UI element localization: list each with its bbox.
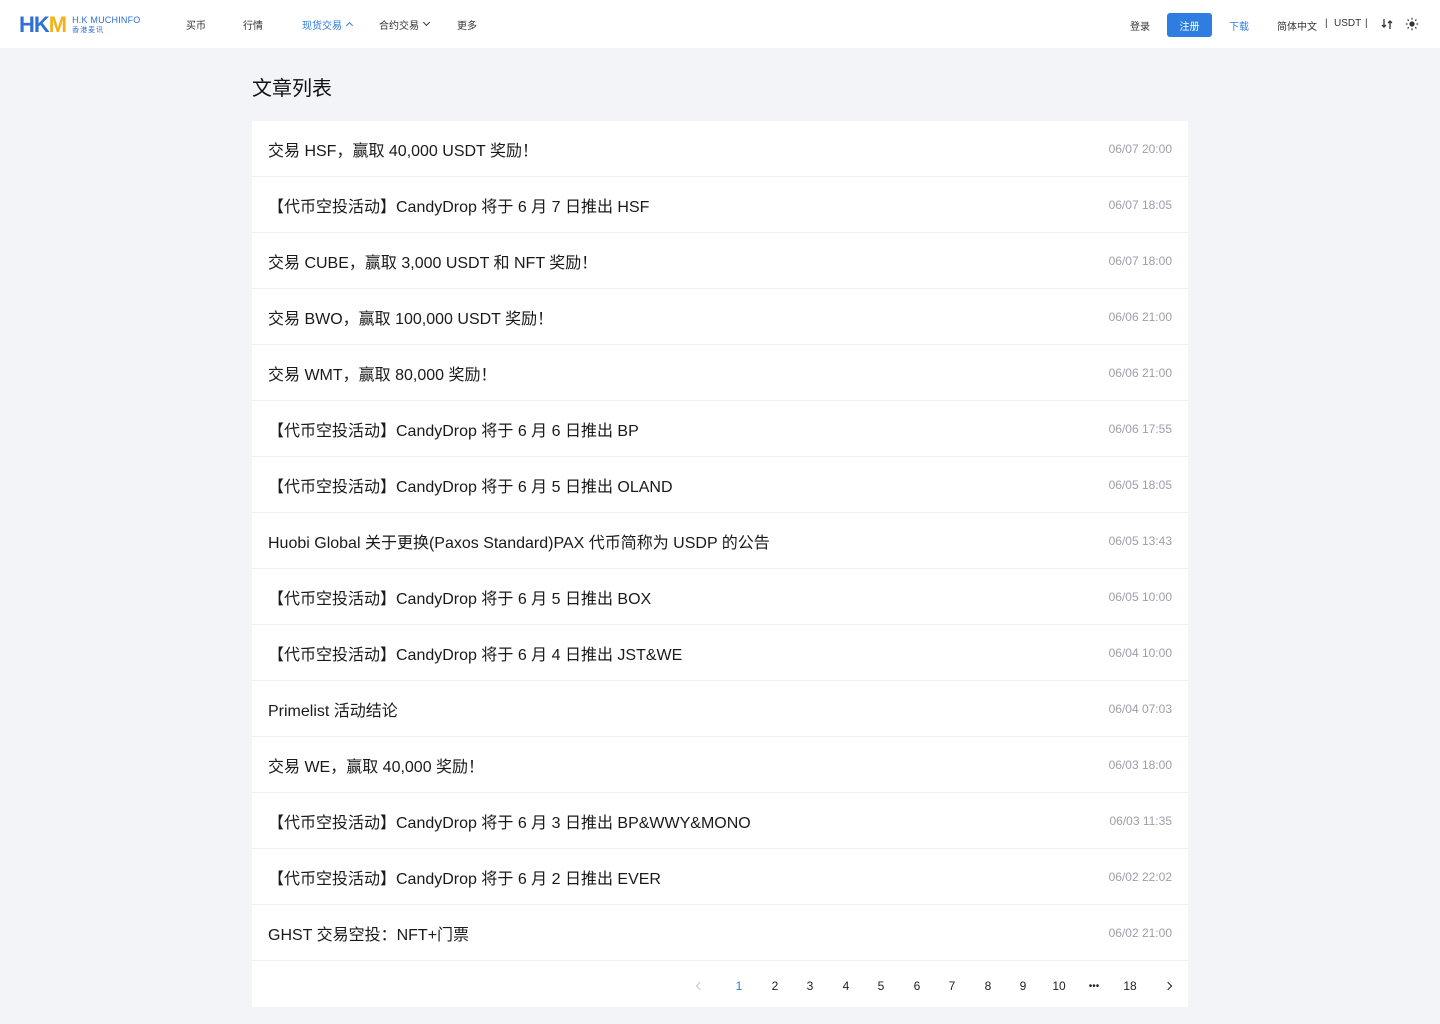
list-item[interactable]: Huobi Global 关于更换(Paxos Standard)PAX 代币简… — [252, 513, 1188, 569]
page-button-4[interactable]: 4 — [834, 976, 858, 996]
register-button[interactable]: 注册 — [1167, 13, 1212, 37]
logo-name-cn: 香港麦讯 — [72, 26, 105, 34]
article-title: 【代币空投活动】CandyDrop 将于 6 月 2 日推出 EVER — [268, 870, 661, 888]
page-button-3[interactable]: 3 — [798, 976, 822, 996]
logo-text: H.K MUCHINFO 香港麦讯 — [72, 15, 140, 36]
page-button-7[interactable]: 7 — [940, 976, 964, 996]
page-button-1[interactable]: 1 — [727, 976, 751, 996]
article-time: 06/02 22:02 — [1108, 869, 1172, 884]
chevron-right-icon — [1163, 981, 1173, 991]
page-button-5[interactable]: 5 — [869, 976, 893, 996]
swap-icon[interactable] — [1380, 17, 1394, 31]
page-ellipsis[interactable]: ••• — [1082, 976, 1106, 996]
list-item[interactable]: 【代币空投活动】CandyDrop 将于 6 月 5 日推出 OLAND 06/… — [252, 457, 1188, 513]
logo[interactable]: HK M H.K MUCHINFO 香港麦讯 — [19, 13, 141, 37]
nav-more[interactable]: 更多 — [457, 0, 477, 48]
page-button-9[interactable]: 9 — [1011, 976, 1035, 996]
divider: | — [1325, 18, 1328, 29]
article-time: 06/04 10:00 — [1108, 645, 1172, 660]
list-item[interactable]: 交易 CUBE，赢取 3,000 USDT 和 NFT 奖励！ 06/07 18… — [252, 233, 1188, 289]
article-title: 【代币空投活动】CandyDrop 将于 6 月 6 日推出 BP — [268, 422, 639, 440]
logo-name-en: H.K MUCHINFO — [72, 14, 141, 25]
nav-label: 更多 — [457, 20, 477, 32]
article-time: 06/07 18:00 — [1108, 253, 1172, 268]
article-time: 06/07 20:00 — [1108, 141, 1172, 156]
nav-label: 买币 — [186, 20, 206, 32]
list-item[interactable]: 交易 HSF，赢取 40,000 USDT 奖励！ 06/07 20:00 — [252, 121, 1188, 177]
article-time: 06/07 18:05 — [1108, 197, 1172, 212]
article-time: 06/05 10:00 — [1108, 589, 1172, 604]
list-item[interactable]: 交易 WMT，赢取 80,000 奖励！ 06/06 21:00 — [252, 345, 1188, 401]
article-title: 交易 CUBE，赢取 3,000 USDT 和 NFT 奖励！ — [268, 254, 598, 272]
list-item[interactable]: 交易 WE，赢取 40,000 奖励！ 06/03 18:00 — [252, 737, 1188, 793]
top-navigation-bar: HK M H.K MUCHINFO 香港麦讯 买币 行情 现货交易 合约交易 更… — [0, 0, 1440, 48]
currency-selector[interactable]: USDT — [1334, 18, 1361, 29]
nav-markets[interactable]: 行情 — [243, 0, 263, 48]
article-time: 06/03 18:00 — [1108, 757, 1172, 772]
article-title: 【代币空投活动】CandyDrop 将于 6 月 5 日推出 OLAND — [268, 478, 673, 496]
nav-contract-trading[interactable]: 合约交易 — [379, 0, 431, 48]
article-time: 06/06 21:00 — [1108, 309, 1172, 324]
list-item[interactable]: 【代币空投活动】CandyDrop 将于 6 月 3 日推出 BP&WWY&MO… — [252, 793, 1188, 849]
article-time: 06/06 21:00 — [1108, 365, 1172, 380]
page-title: 文章列表 — [252, 78, 332, 100]
logo-mark: HK M — [19, 12, 67, 37]
article-title: 交易 WE，赢取 40,000 奖励！ — [268, 758, 485, 776]
article-time: 06/04 07:03 — [1108, 701, 1172, 716]
list-item[interactable]: 【代币空投活动】CandyDrop 将于 6 月 4 日推出 JST&WE 06… — [252, 625, 1188, 681]
nav-label: 现货交易 — [302, 20, 342, 32]
article-time: 06/05 13:43 — [1108, 533, 1172, 548]
article-title: 【代币空投活动】CandyDrop 将于 6 月 4 日推出 JST&WE — [268, 646, 683, 664]
article-title: Primelist 活动结论 — [268, 702, 398, 720]
list-item[interactable]: 【代币空投活动】CandyDrop 将于 6 月 2 日推出 EVER 06/0… — [252, 849, 1188, 905]
download-link[interactable]: 下载 — [1229, 18, 1249, 33]
article-title: GHST 交易空投：NFT+门票 — [268, 926, 470, 944]
nav-label: 行情 — [243, 20, 263, 32]
list-item[interactable]: GHST 交易空投：NFT+门票 06/02 21:00 — [252, 905, 1188, 961]
nav-spot-trading[interactable]: 现货交易 — [302, 0, 354, 48]
page-button-18[interactable]: 18 — [1118, 976, 1142, 996]
chevron-up-icon — [345, 21, 354, 30]
page-button-6[interactable]: 6 — [905, 976, 929, 996]
divider: | — [1365, 18, 1368, 29]
page-button-10[interactable]: 10 — [1047, 976, 1071, 996]
pagination-next-button[interactable] — [1156, 976, 1180, 996]
article-title: 【代币空投活动】CandyDrop 将于 6 月 3 日推出 BP&WWY&MO… — [268, 814, 751, 832]
page-button-8[interactable]: 8 — [976, 976, 1000, 996]
list-item[interactable]: 【代币空投活动】CandyDrop 将于 6 月 7 日推出 HSF 06/07… — [252, 177, 1188, 233]
list-item[interactable]: 【代币空投活动】CandyDrop 将于 6 月 6 日推出 BP 06/06 … — [252, 401, 1188, 457]
article-title: 【代币空投活动】CandyDrop 将于 6 月 5 日推出 BOX — [268, 590, 652, 608]
chevron-down-icon — [422, 18, 431, 26]
list-item[interactable]: Primelist 活动结论 06/04 07:03 — [252, 681, 1188, 737]
article-time: 06/03 11:35 — [1109, 813, 1172, 828]
article-list: 交易 HSF，赢取 40,000 USDT 奖励！ 06/07 20:00 【代… — [252, 121, 1188, 1007]
article-time: 06/05 18:05 — [1108, 477, 1172, 492]
article-title: 交易 WMT，赢取 80,000 奖励！ — [268, 366, 497, 384]
article-time: 06/02 21:00 — [1108, 925, 1172, 940]
logo-mark-part1: HK — [19, 12, 50, 37]
logo-mark-part2: M — [48, 12, 67, 37]
nav-buy-coin[interactable]: 买币 — [186, 0, 206, 48]
list-item[interactable]: 【代币空投活动】CandyDrop 将于 6 月 5 日推出 BOX 06/05… — [252, 569, 1188, 625]
sun-icon[interactable] — [1405, 17, 1419, 31]
page-button-2[interactable]: 2 — [763, 976, 787, 996]
language-selector[interactable]: 简体中文 — [1277, 18, 1317, 33]
login-button[interactable]: 登录 — [1130, 18, 1150, 33]
chevron-left-icon — [695, 981, 705, 991]
article-title: 交易 BWO，赢取 100,000 USDT 奖励！ — [268, 310, 554, 328]
article-time: 06/06 17:55 — [1108, 421, 1172, 436]
article-title: 【代币空投活动】CandyDrop 将于 6 月 7 日推出 HSF — [268, 198, 650, 216]
list-item[interactable]: 交易 BWO，赢取 100,000 USDT 奖励！ 06/06 21:00 — [252, 289, 1188, 345]
pagination-prev-button[interactable] — [688, 976, 712, 996]
article-title: 交易 HSF，赢取 40,000 USDT 奖励！ — [268, 142, 538, 160]
article-title: Huobi Global 关于更换(Paxos Standard)PAX 代币简… — [268, 534, 770, 552]
nav-label: 合约交易 — [379, 20, 419, 32]
